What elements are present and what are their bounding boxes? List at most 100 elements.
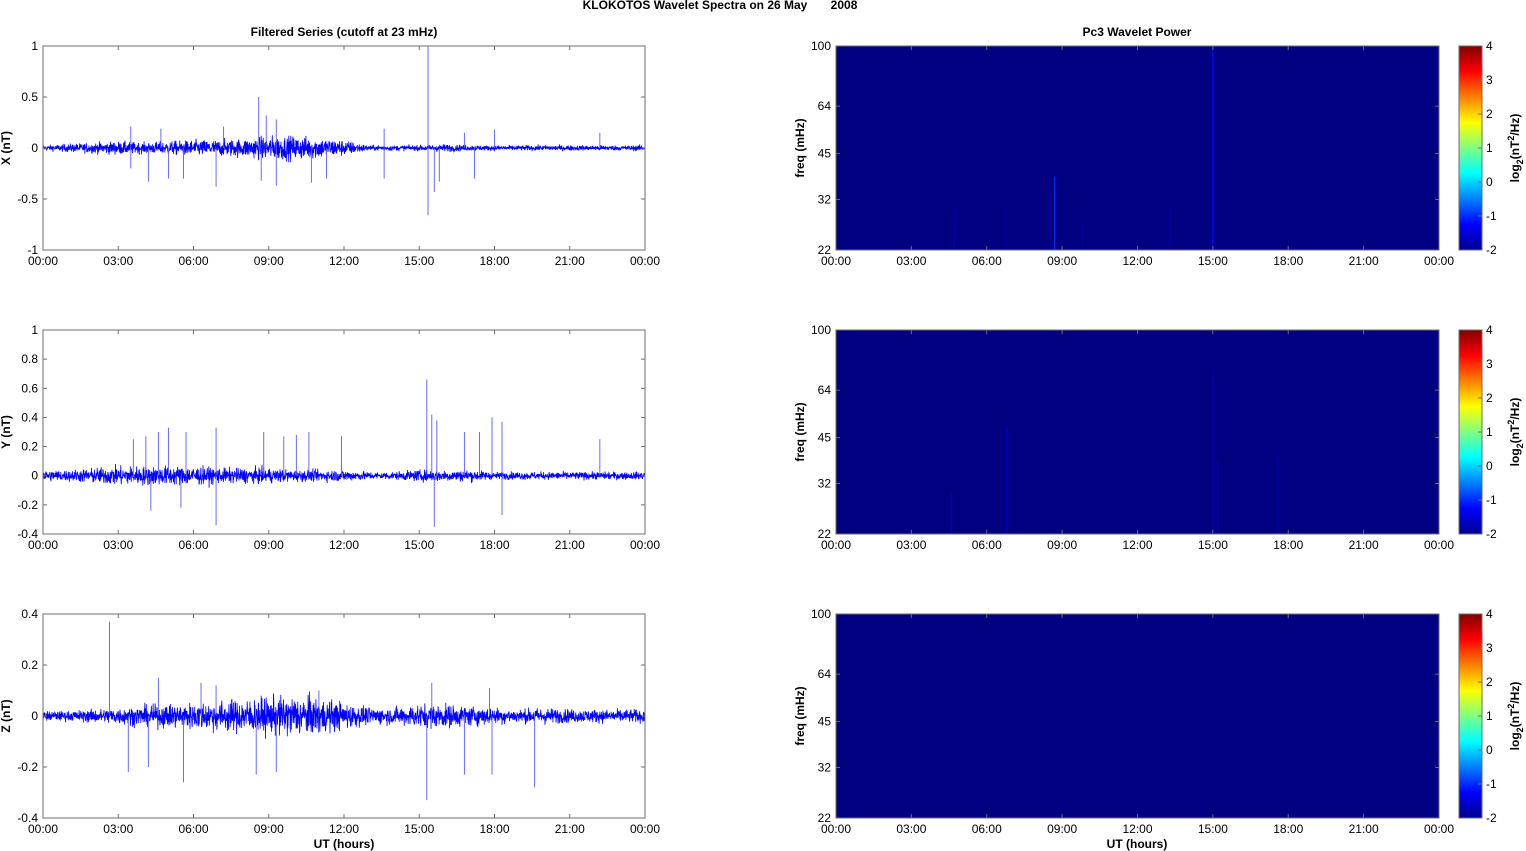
y-tick-label: 0.5 [21, 90, 38, 104]
colorbar-label: log2(nT2/Hz) [1506, 682, 1525, 751]
y-tick-label: 64 [818, 99, 832, 113]
x-tick-label: 21:00 [1349, 254, 1379, 268]
colorbar-tick-label: -2 [1486, 243, 1497, 257]
x-tick-label: 21:00 [1349, 822, 1379, 836]
y-tick-label: 100 [811, 39, 831, 53]
colorbar-tick-label: 1 [1486, 709, 1493, 723]
y-tick-label: 0.4 [21, 607, 38, 621]
spectrogram-streak [1006, 428, 1008, 534]
x-tick-label: 00:00 [630, 538, 660, 552]
y-tick-label: 0 [31, 709, 38, 723]
x-tick-label: 12:00 [329, 254, 359, 268]
x-tick-label: 12:00 [329, 538, 359, 552]
x-tick-label: 03:00 [896, 538, 926, 552]
y-tick-label: -1 [27, 243, 38, 257]
x-tick-label: 06:00 [972, 538, 1002, 552]
spectrogram-streak [1081, 222, 1084, 250]
x-tick-label: 15:00 [404, 822, 434, 836]
y-tick-label: -0.2 [17, 498, 38, 512]
y-tick-label: 32 [818, 477, 832, 491]
y-tick-label: 32 [818, 193, 832, 207]
y-tick-label: 22 [818, 527, 832, 541]
x-tick-label: 15:00 [1198, 254, 1228, 268]
y-tick-label: -0.2 [17, 760, 38, 774]
spectrogram-panel-y: -2 -1 0 1 2 3 4 log2(nT2/Hz) 00:00 03:00 06:00 09:0… [793, 323, 1525, 552]
figure: KLOKOTOS Wavelet Spectra on 26 May 2008 … [0, 0, 1525, 851]
spectrogram-streak [1212, 368, 1214, 534]
x-tick-label: 09:00 [1047, 822, 1077, 836]
y-axis-label: freq (mHz) [793, 686, 807, 745]
y-axis-label: Z (nT) [0, 699, 13, 732]
x-tick-label: 15:00 [1198, 538, 1228, 552]
x-tick-label: 15:00 [404, 254, 434, 268]
x-tick-label: 09:00 [254, 822, 284, 836]
x-tick-label: 06:00 [972, 254, 1002, 268]
x-tick-label: 06:00 [178, 254, 208, 268]
y-tick-label: -0.4 [17, 527, 38, 541]
x-tick-label: 21:00 [1349, 538, 1379, 552]
y-axis-label: X (nT) [0, 131, 13, 165]
series-panel-z: 00:00 03:00 06:00 09:00 12:00 15:00 18:00 21:00… [0, 607, 660, 836]
x-tick-label: 03:00 [103, 254, 133, 268]
y-tick-label: 45 [818, 715, 832, 729]
spectrogram-streak [953, 208, 955, 250]
x-tick-label: 06:00 [178, 822, 208, 836]
colorbar-tick-label: 3 [1486, 641, 1493, 655]
x-tick-label: 09:00 [254, 254, 284, 268]
left-x-axis-label: UT (hours) [314, 837, 375, 851]
x-tick-label: 15:00 [1198, 822, 1228, 836]
colorbar-tick-label: 3 [1486, 357, 1493, 371]
x-tick-label: 09:00 [254, 538, 284, 552]
y-tick-label: -0.5 [17, 192, 38, 206]
x-tick-label: 21:00 [555, 822, 585, 836]
colorbar-tick-label: 3 [1486, 73, 1493, 87]
x-tick-label: 18:00 [1273, 254, 1303, 268]
colorbar-tick-label: 0 [1486, 743, 1493, 757]
x-tick-label: 00:00 [1424, 538, 1454, 552]
x-tick-label: 21:00 [555, 538, 585, 552]
x-tick-label: 12:00 [1122, 822, 1152, 836]
spectrogram-streak [1217, 460, 1219, 534]
y-tick-label: 0.6 [21, 381, 38, 395]
spectrogram-streak [1169, 208, 1171, 250]
x-tick-label: 03:00 [896, 822, 926, 836]
x-tick-label: 18:00 [479, 254, 509, 268]
colorbar-tick-label: 1 [1486, 141, 1493, 155]
x-tick-label: 12:00 [1122, 538, 1152, 552]
y-tick-label: 0.2 [21, 440, 38, 454]
y-tick-label: 22 [818, 811, 832, 825]
y-tick-label: 22 [818, 243, 832, 257]
colorbar-tick-label: 2 [1486, 107, 1493, 121]
spectrogram-panel-x: -2 -1 0 1 2 3 4 log2(nT2/Hz) 00:00 03:00 06:00 09:0… [793, 39, 1525, 268]
y-tick-label: 0.4 [21, 410, 38, 424]
colorbar-tick-label: 2 [1486, 391, 1493, 405]
y-tick-label: 1 [31, 39, 38, 53]
colorbar-tick-label: 1 [1486, 425, 1493, 439]
x-tick-label: 09:00 [1047, 538, 1077, 552]
y-tick-label: 0.2 [21, 658, 38, 672]
y-tick-label: 45 [818, 147, 832, 161]
x-tick-label: 21:00 [555, 254, 585, 268]
y-tick-label: 64 [818, 667, 832, 681]
x-tick-label: 09:00 [1047, 254, 1077, 268]
y-axis-label: freq (mHz) [793, 118, 807, 177]
x-tick-label: 18:00 [479, 538, 509, 552]
colorbar-tick-label: 0 [1486, 459, 1493, 473]
x-tick-label: 00:00 [1424, 822, 1454, 836]
spectrogram-streak [950, 492, 953, 534]
y-tick-label: 0 [31, 469, 38, 483]
x-tick-label: 18:00 [1273, 822, 1303, 836]
colorbar-y: -2 -1 0 1 2 3 4 log2(nT2/Hz) [1458, 323, 1525, 541]
series-panel-x: 00:00 03:00 06:00 09:00 12:00 15:00 18:00 21:00… [0, 39, 660, 268]
x-tick-label: 18:00 [479, 822, 509, 836]
x-tick-label: 12:00 [1122, 254, 1152, 268]
colorbar-tick-label: -1 [1486, 493, 1497, 507]
x-tick-label: 03:00 [896, 254, 926, 268]
x-tick-label: 18:00 [1273, 538, 1303, 552]
y-axis-label: freq (mHz) [793, 402, 807, 461]
x-tick-label: 06:00 [178, 538, 208, 552]
spectrogram-background [836, 330, 1439, 534]
y-tick-label: -0.4 [17, 811, 38, 825]
x-tick-label: 00:00 [1424, 254, 1454, 268]
x-tick-label: 03:00 [103, 538, 133, 552]
